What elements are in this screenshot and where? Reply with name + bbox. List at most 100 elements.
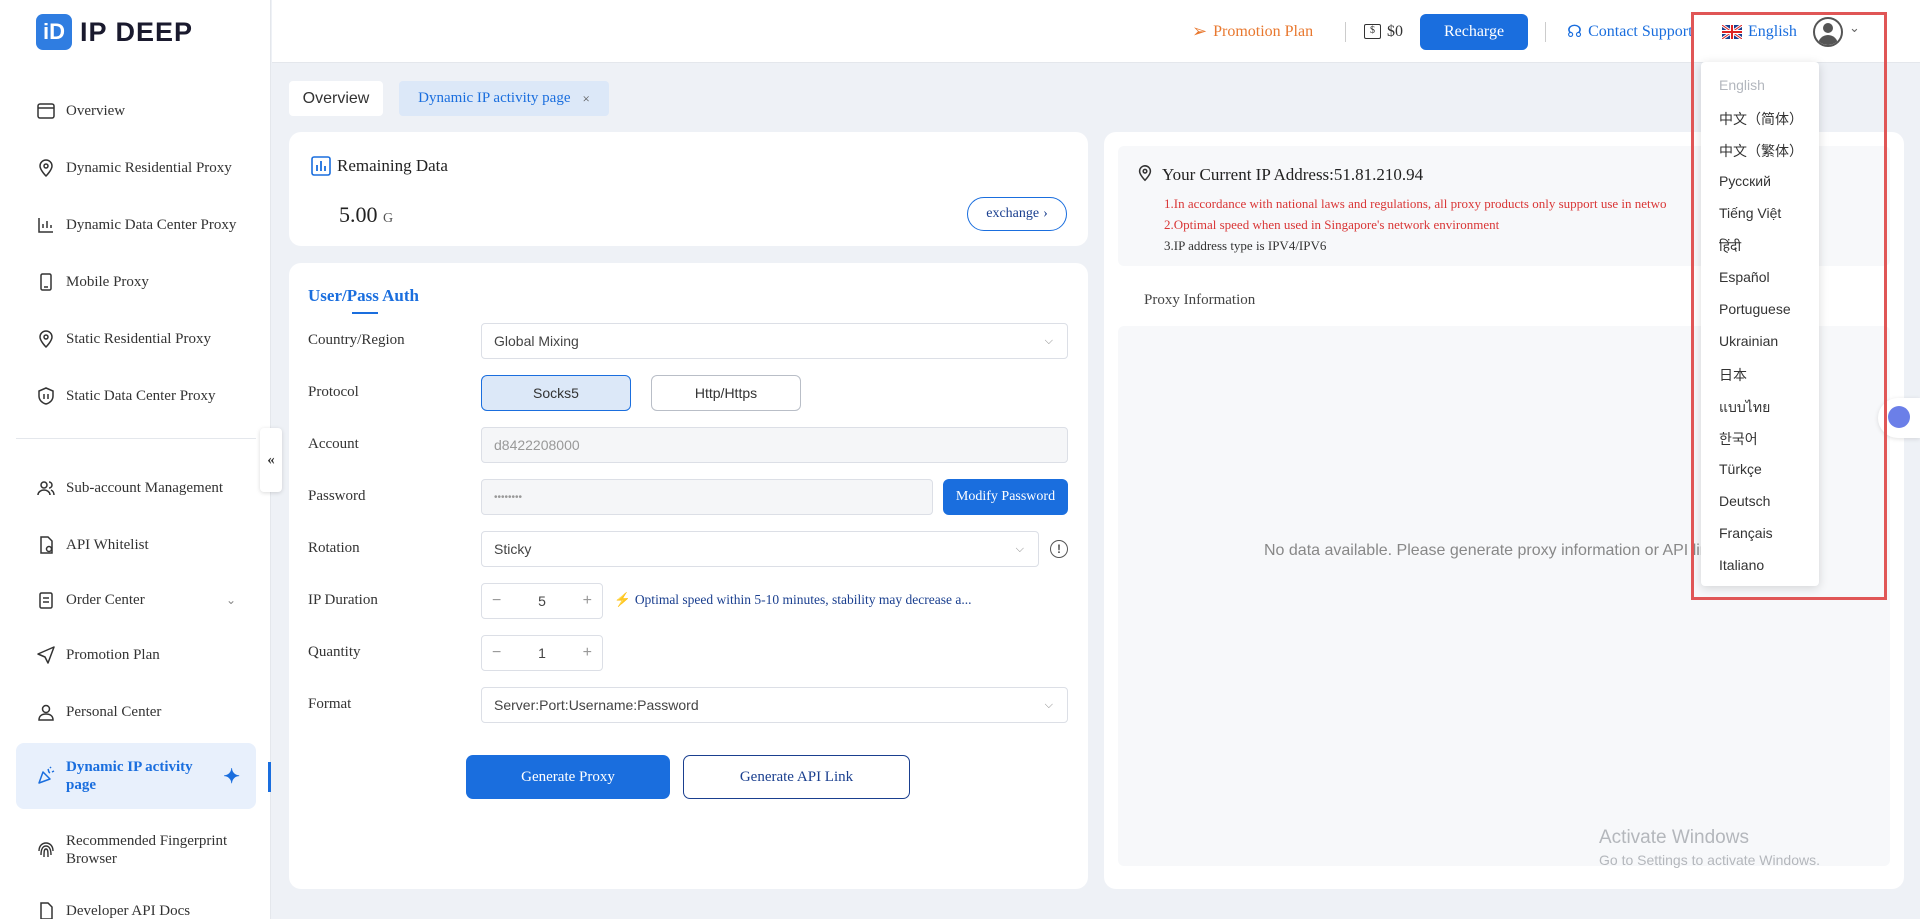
sidebar-item-static-residential[interactable]: Static Residential Proxy — [16, 328, 256, 350]
notice-line-3: 3.IP address type is IPV4/IPV6 — [1164, 238, 1327, 253]
location-pin-icon — [39, 159, 53, 178]
tab-label: Dynamic IP activity page — [418, 90, 571, 106]
remaining-unit: G — [383, 211, 394, 226]
sidebar-item-api-docs[interactable]: Developer API Docs — [16, 900, 256, 919]
chevron-down-icon: ⌵ — [1015, 542, 1024, 555]
quantity-value: 1 — [538, 645, 546, 661]
rotation-select[interactable]: Sticky ⌵ — [481, 531, 1039, 567]
sidebar-item-label: Dynamic Residential Proxy — [66, 159, 232, 176]
document-icon — [40, 536, 53, 554]
sidebar-item-dynamic-residential[interactable]: Dynamic Residential Proxy — [16, 157, 256, 179]
info-icon[interactable]: ! — [1050, 540, 1068, 558]
sidebar-item-promotion[interactable]: Promotion Plan — [16, 644, 256, 666]
remaining-data-card: Remaining Data 5.00 G exchange › — [289, 132, 1088, 246]
protocol-label: Protocol — [308, 384, 359, 400]
protocol-socks5-button[interactable]: Socks5 — [481, 375, 631, 411]
plus-icon[interactable]: + — [583, 644, 592, 662]
sidebar-item-static-datacenter[interactable]: Static Data Center Proxy — [16, 385, 256, 407]
logo[interactable]: iD IP DEEP — [36, 14, 193, 50]
promotion-plan-link[interactable]: ➢ Promotion Plan — [1192, 0, 1313, 63]
chevron-down-icon: ⌵ — [1044, 334, 1053, 347]
watermark-subtitle: Go to Settings to activate Windows. — [1599, 852, 1820, 868]
remaining-title: Remaining Data — [337, 156, 448, 175]
party-icon — [38, 766, 55, 784]
sidebar-item-dynamic-ip-activity[interactable]: Dynamic IP activity page ✦ — [16, 743, 256, 809]
quantity-stepper[interactable]: − 1 + — [481, 635, 603, 671]
country-value: Global Mixing — [494, 333, 579, 349]
sidebar-item-overview[interactable]: Overview — [16, 100, 256, 122]
sparkle-icon: ✦ — [223, 765, 240, 788]
top-header: ➢ Promotion Plan $ $0 Recharge ☊ Contact… — [272, 0, 1920, 63]
active-indicator — [268, 762, 271, 792]
proxy-info-title: Proxy Information — [1144, 292, 1256, 308]
sidebar-item-personal-center[interactable]: Personal Center — [16, 701, 256, 723]
sidebar-item-label: Promotion Plan — [66, 646, 160, 663]
tab-dynamic-ip-activity[interactable]: Dynamic IP activity page × — [399, 81, 609, 116]
sidebar-item-dynamic-datacenter[interactable]: Dynamic Data Center Proxy — [16, 214, 256, 236]
format-select[interactable]: Server:Port:Username:Password ⌵ — [481, 687, 1068, 723]
clipboard-icon — [39, 592, 53, 609]
sidebar-item-api-whitelist[interactable]: API Whitelist — [16, 534, 256, 556]
bar-chart-icon — [311, 156, 331, 176]
remaining-value: 5.00 — [339, 202, 378, 227]
generate-api-link-button[interactable]: Generate API Link — [683, 755, 910, 799]
divider — [1545, 22, 1546, 42]
logo-mark-icon: iD — [36, 14, 72, 50]
country-label: Country/Region — [308, 332, 405, 348]
notice-line-1: 1.In accordance with national laws and r… — [1164, 196, 1667, 211]
lightning-icon: ⚡ — [614, 592, 631, 607]
balance-value: $0 — [1387, 22, 1403, 40]
user-icon — [38, 704, 54, 721]
duration-stepper[interactable]: − 5 + — [481, 583, 603, 619]
sidebar-item-order-center[interactable]: Order Center ⌄ — [16, 589, 256, 611]
generate-proxy-button[interactable]: Generate Proxy — [466, 755, 670, 799]
recharge-button[interactable]: Recharge — [1420, 14, 1528, 50]
divider — [1345, 22, 1346, 42]
minus-icon[interactable]: − — [492, 592, 501, 610]
password-field[interactable]: •••••••• — [481, 479, 933, 515]
sidebar-item-label: Sub-account Management — [66, 479, 224, 496]
paper-plane-icon: ➢ — [1192, 21, 1208, 41]
account-label: Account — [308, 436, 359, 452]
collapse-sidebar-button[interactable]: « — [260, 428, 282, 492]
sidebar-item-mobile[interactable]: Mobile Proxy — [16, 271, 256, 293]
exchange-label: exchange — [986, 206, 1040, 221]
contact-support-link[interactable]: ☊ Contact Support — [1567, 0, 1693, 63]
browser-icon — [37, 103, 55, 119]
notice-line-2: 2.Optimal speed when used in Singapore's… — [1164, 217, 1500, 232]
sidebar-item-fingerprint-browser[interactable]: Recommended Fingerprint Browser — [16, 830, 256, 870]
sidebar-item-label: Mobile Proxy — [66, 273, 149, 290]
remaining-value-group: 5.00 G — [339, 202, 393, 228]
modify-password-button[interactable]: Modify Password — [943, 479, 1068, 515]
promotion-label: Promotion Plan — [1213, 22, 1314, 40]
sidebar-item-sub-account[interactable]: Sub-account Management — [16, 477, 256, 499]
plus-icon[interactable]: + — [583, 592, 592, 610]
tab-overview[interactable]: Overview — [289, 81, 383, 116]
sidebar-item-label: Dynamic Data Center Proxy — [66, 216, 237, 233]
fingerprint-icon — [38, 842, 54, 858]
sidebar-item-label: Static Data Center Proxy — [66, 387, 216, 404]
sidebar-item-label: Recommended Fingerprint Browser — [66, 833, 228, 867]
exchange-button[interactable]: exchange › — [967, 197, 1067, 231]
format-label: Format — [308, 696, 352, 712]
sidebar: iD IP DEEP Overview Dynamic Residential … — [0, 0, 271, 919]
chevron-right-icon: › — [1043, 206, 1048, 221]
paper-plane-icon — [37, 646, 55, 664]
account-field[interactable]: d8422208000 — [481, 427, 1068, 463]
rotation-label: Rotation — [308, 540, 360, 556]
protocol-http-button[interactable]: Http/Https — [651, 375, 801, 411]
rotation-value: Sticky — [494, 541, 532, 557]
support-label: Contact Support — [1588, 22, 1693, 40]
logo-text: IP DEEP — [80, 16, 194, 47]
close-icon[interactable]: × — [582, 91, 589, 107]
shield-icon — [38, 387, 54, 405]
auth-title[interactable]: User/Pass Auth — [308, 286, 419, 306]
ip-duration-label: IP Duration — [308, 592, 378, 608]
sidebar-item-label: Personal Center — [66, 703, 162, 720]
users-icon — [37, 481, 55, 496]
balance-display: $ $0 — [1364, 0, 1403, 63]
chart-icon — [38, 218, 53, 233]
country-select[interactable]: Global Mixing ⌵ — [481, 323, 1068, 359]
sidebar-item-label: Dynamic IP activity page — [66, 759, 193, 793]
minus-icon[interactable]: − — [492, 644, 501, 662]
